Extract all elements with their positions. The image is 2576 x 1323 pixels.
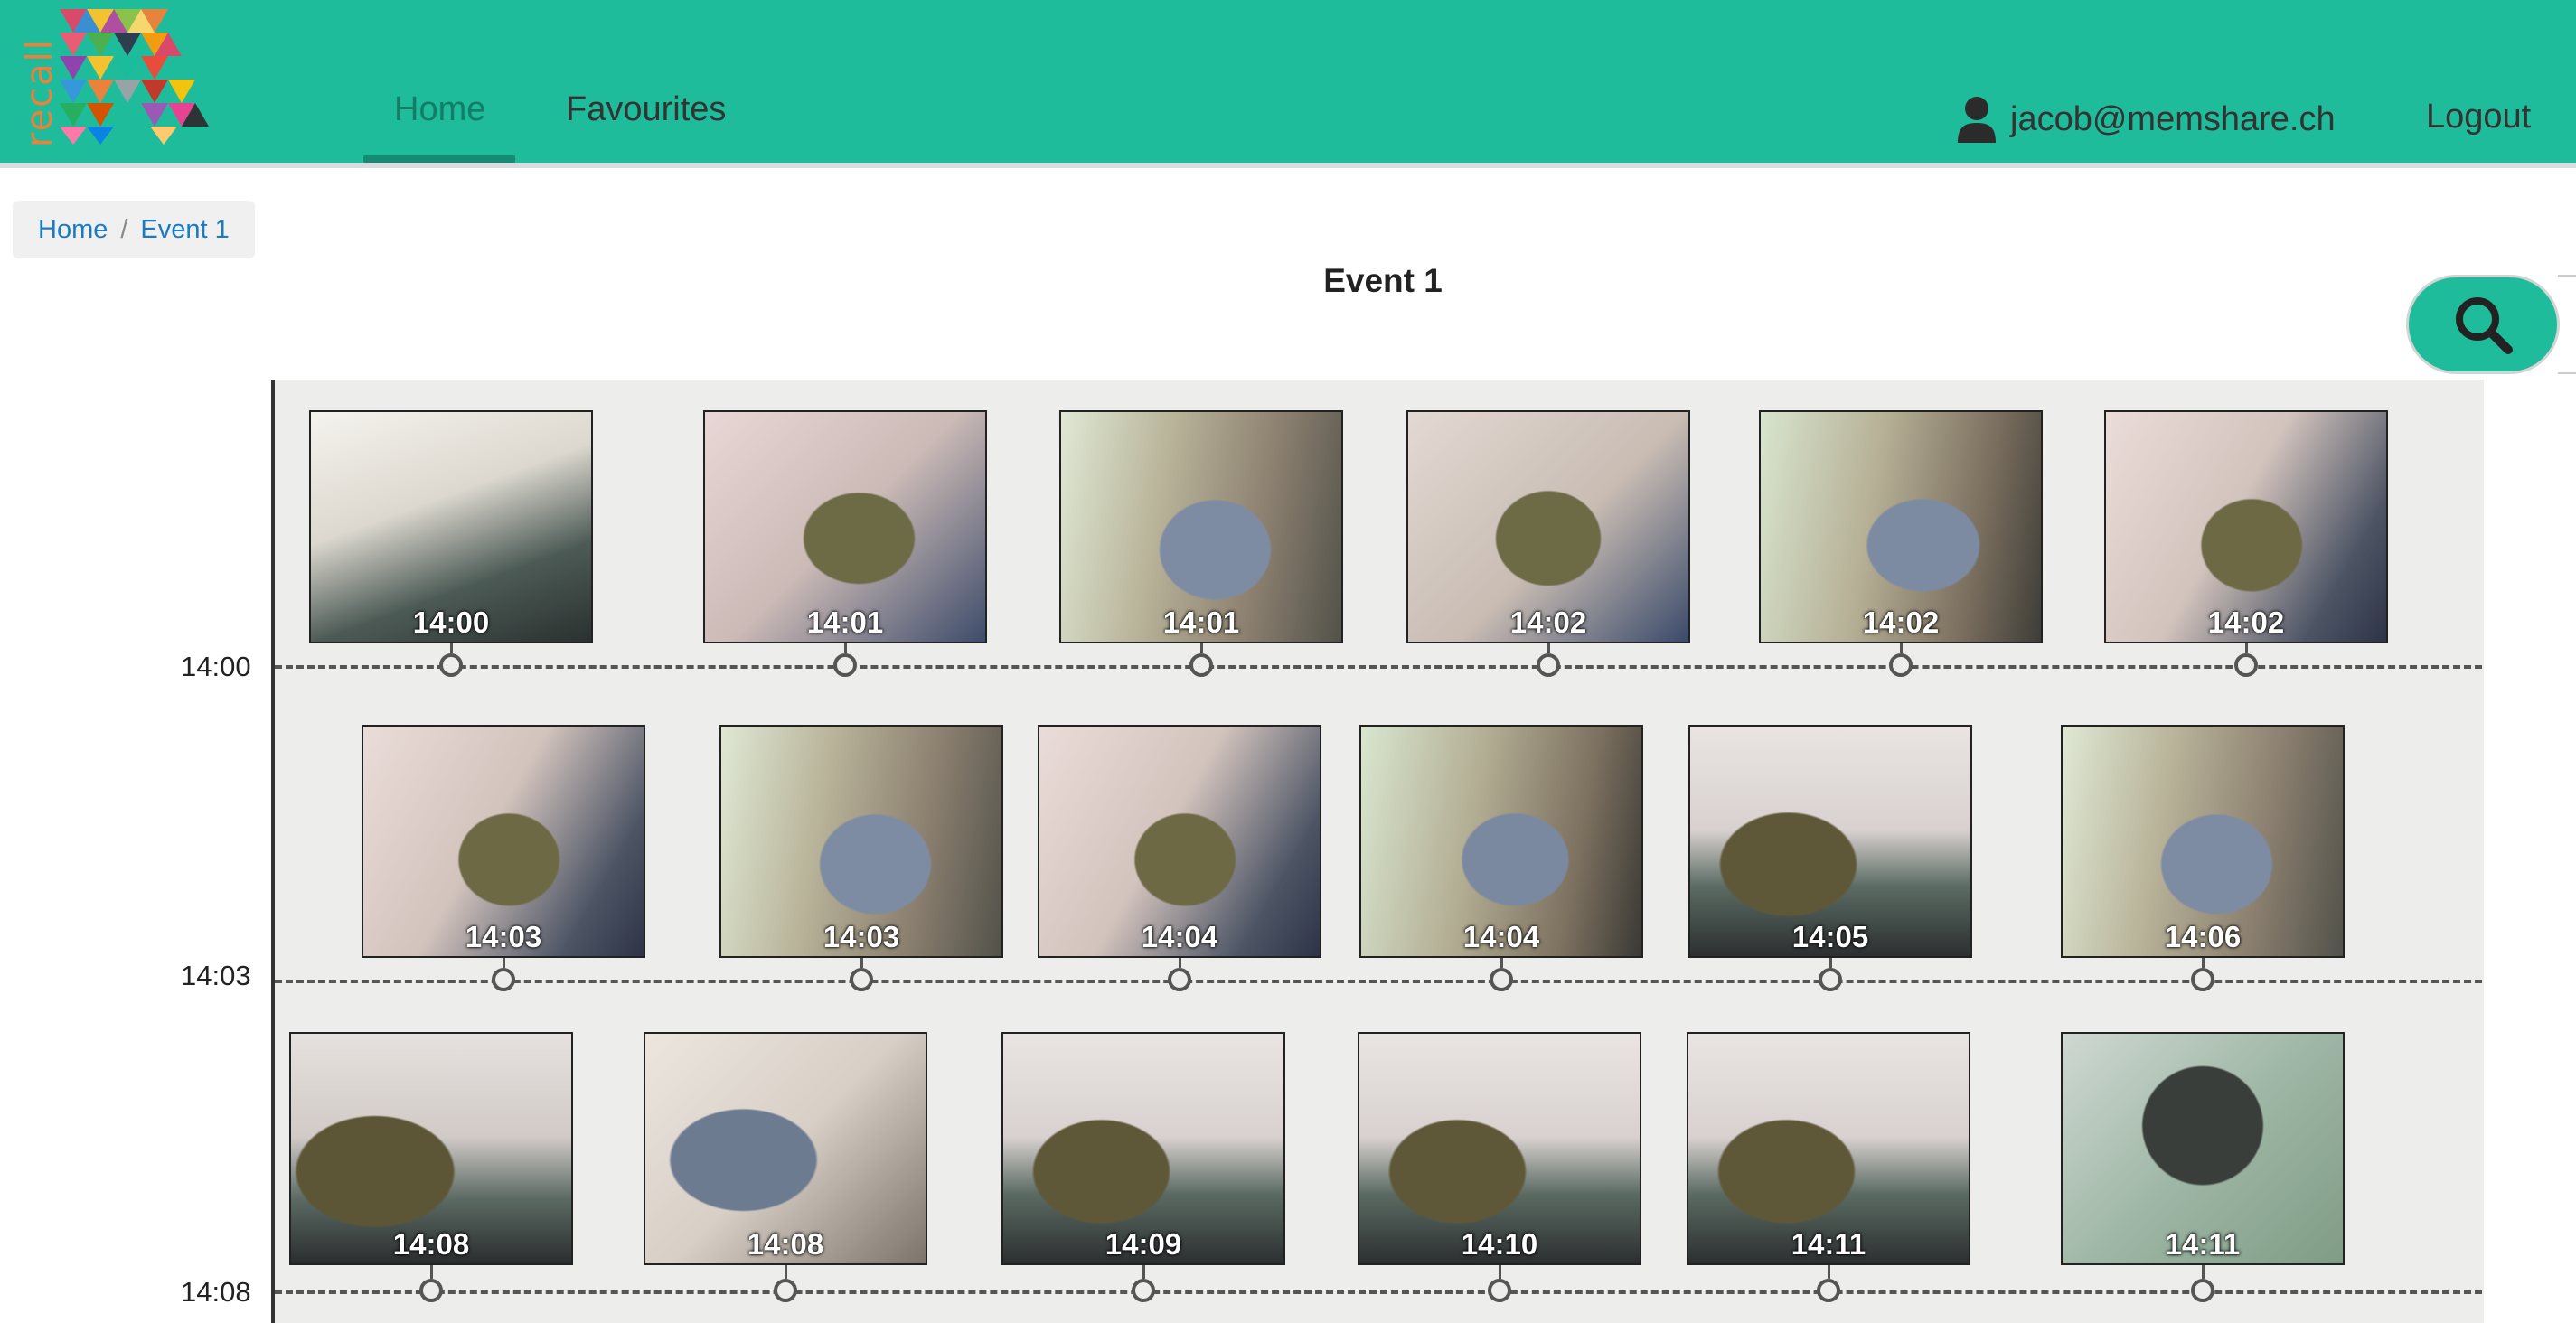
photo-timestamp: 14:02 [1862,605,1940,639]
photo-timestamp: 14:04 [1141,920,1218,953]
photo-thumbnail[interactable]: 14:09 [1001,1032,1285,1265]
timeline-node[interactable] [833,653,857,677]
timeline-time-label: 14:08 [181,1276,251,1308]
page-title: Event 1 [1323,262,1443,299]
timeline-node[interactable] [1817,1279,1840,1302]
timeline-stem [860,958,863,968]
breadcrumb-event[interactable]: Event 1 [140,215,229,245]
photo-thumbnail[interactable]: 14:08 [644,1032,927,1265]
breadcrumb: Home / Event 1 [13,201,255,258]
user-email: jacob@memshare.ch [2010,99,2336,138]
timeline-node[interactable] [1488,1279,1511,1302]
photo-timestamp: 14:03 [823,920,900,953]
timeline-node[interactable] [1889,653,1913,677]
photo-thumbnail[interactable]: 14:00 [309,410,593,643]
photo-timestamp: 14:03 [465,920,542,953]
photo-timestamp: 14:08 [392,1227,470,1261]
timeline-node[interactable] [1490,968,1513,991]
timeline-stem [1829,958,1832,968]
photo-thumbnail[interactable]: 14:04 [1038,725,1321,958]
timeline-dashed-line [275,980,2482,983]
timeline-stem [1500,958,1503,968]
logo-text: recall [19,38,61,147]
photo-thumbnail[interactable]: 14:04 [1359,725,1643,958]
photo-thumbnail[interactable]: 14:03 [362,725,645,958]
timeline-stem [785,1265,787,1279]
timeline-time-label: 14:00 [181,651,251,682]
tab-home[interactable]: Home [394,90,485,129]
photo-timestamp: 14:08 [747,1227,824,1261]
timeline-node[interactable] [1819,968,1842,991]
photo-timestamp: 14:05 [1791,920,1869,953]
photo-thumbnail[interactable]: 14:11 [2061,1032,2345,1265]
timeline-dashed-line [275,1290,2482,1294]
photo-timestamp: 14:01 [806,605,884,639]
timeline-node[interactable] [774,1279,797,1302]
timeline-node[interactable] [419,1279,443,1302]
photo-thumbnail[interactable]: 14:11 [1687,1032,1970,1265]
timeline-stem [844,643,847,653]
logo-mosaic-icon [60,9,209,145]
user-account[interactable]: jacob@memshare.ch [1956,96,2336,143]
timeline-stem [1179,958,1181,968]
photo-thumbnail[interactable]: 14:10 [1358,1032,1641,1265]
photo-thumbnail[interactable]: 14:05 [1688,725,1972,958]
photo-timestamp: 14:00 [412,605,490,639]
breadcrumb-home[interactable]: Home [38,215,108,245]
timeline-stem [1900,643,1903,653]
photo-thumbnail[interactable]: 14:06 [2061,725,2345,958]
timeline-stem [2245,643,2248,653]
timeline-stem [450,643,453,653]
timeline-node[interactable] [1168,968,1191,991]
photo-thumbnail[interactable]: 14:02 [1406,410,1690,643]
tab-favourites[interactable]: Favourites [566,90,726,129]
timeline-stem [1200,643,1203,653]
timeline-stem [1499,1265,1501,1279]
timeline-stem [1142,1265,1145,1279]
photo-thumbnail[interactable]: 14:02 [2104,410,2388,643]
photo-thumbnail[interactable]: 14:02 [1759,410,2043,643]
timeline-node[interactable] [439,653,463,677]
photo-timestamp: 14:10 [1461,1227,1538,1261]
timeline-node[interactable] [1132,1279,1155,1302]
search-icon [2456,297,2513,354]
photo-timestamp: 14:06 [2164,920,2242,953]
user-icon [1958,97,1996,143]
photo-thumbnail[interactable]: 14:08 [289,1032,573,1265]
timeline-stem [2202,958,2205,968]
top-navbar: recall Home Favourites jacob@memshare.ch… [0,0,2576,168]
timeline-node[interactable] [850,968,873,991]
timeline-stem [1828,1265,1830,1279]
recall-logo[interactable]: recall [13,9,209,147]
photo-thumbnail[interactable]: 14:03 [719,725,1003,958]
logout-link[interactable]: Logout [2426,98,2531,136]
timeline-dashed-line [275,665,2482,669]
timeline-node[interactable] [1537,653,1560,677]
photo-timestamp: 14:11 [2165,1227,2241,1261]
timeline-stem [430,1265,433,1279]
photo-thumbnail[interactable]: 14:01 [703,410,987,643]
photo-timestamp: 14:02 [2207,605,2285,639]
timeline-stem [2202,1265,2205,1279]
timeline-stem [503,958,505,968]
timeline-time-label: 14:03 [181,960,251,991]
timeline-stem [1547,643,1550,653]
search-panel-edge [2558,275,2576,374]
timeline-node[interactable] [1189,653,1213,677]
timeline-node[interactable] [2191,1279,2214,1302]
breadcrumb-separator: / [120,214,128,244]
photo-timestamp: 14:04 [1462,920,1540,953]
timeline-node[interactable] [492,968,515,991]
timeline-node[interactable] [2191,968,2214,991]
photo-timestamp: 14:02 [1509,605,1587,639]
photo-thumbnail[interactable]: 14:01 [1059,410,1343,643]
timeline-node[interactable] [2234,653,2258,677]
photo-timestamp: 14:01 [1162,605,1240,639]
active-tab-indicator [363,155,515,163]
photo-timestamp: 14:09 [1105,1227,1182,1261]
search-button[interactable] [2406,275,2560,374]
photo-timestamp: 14:11 [1791,1227,1866,1261]
